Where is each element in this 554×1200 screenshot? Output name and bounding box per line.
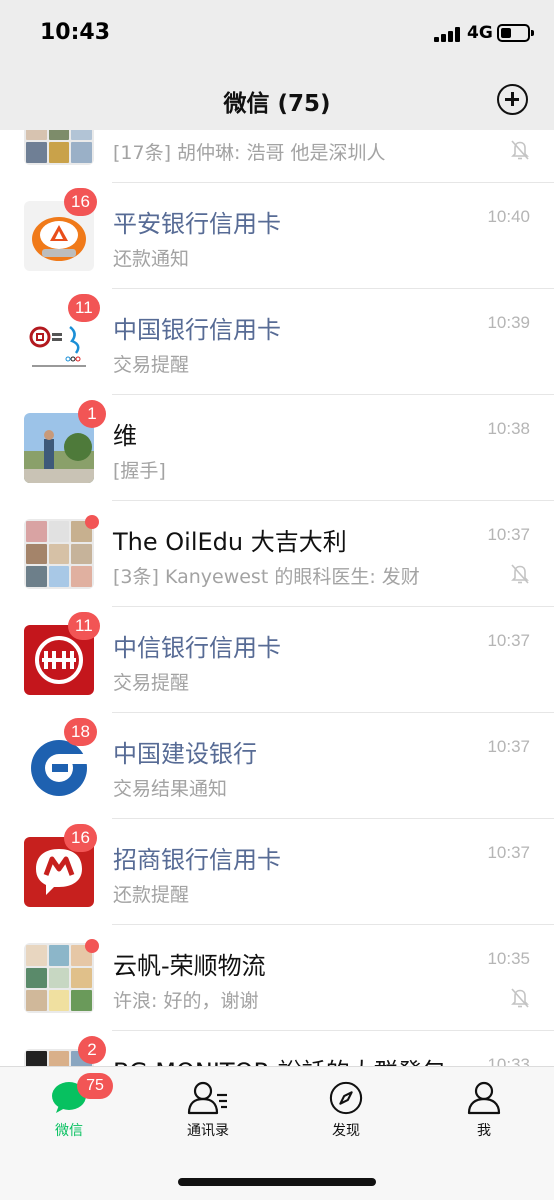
unread-badge: 16: [64, 824, 97, 852]
unread-badge: 16: [64, 188, 97, 216]
chat-preview: 交易结果通知: [113, 778, 228, 800]
page-title: 微信 (75): [223, 91, 331, 117]
group-avatar: [24, 943, 94, 1013]
chat-row[interactable]: 11 中国银行信用卡 交易提醒 10:39: [0, 289, 554, 395]
chat-name: 维: [113, 422, 137, 450]
chat-time: 10:35: [487, 949, 530, 968]
unread-dot: [85, 515, 99, 529]
chat-name: BG MONITOR 說話的大群發包: [113, 1052, 446, 1066]
status-bar: 10:43 4G: [0, 0, 554, 68]
unread-badge: 1: [78, 400, 106, 428]
chat-name: 中国建设银行: [113, 740, 257, 768]
chat-name: 平安银行信用卡: [113, 210, 281, 238]
mute-bell-icon: [511, 140, 529, 160]
chat-time: 10:40: [487, 207, 530, 226]
mute-bell-icon: [511, 988, 529, 1008]
chat-name: 中信银行信用卡: [113, 634, 281, 662]
chat-preview: 许浪: 好的，谢谢: [113, 990, 259, 1012]
compass-icon: [329, 1081, 363, 1115]
chat-name: The OilEdu 大吉大利: [113, 528, 347, 556]
tab-chats[interactable]: 微信 75: [24, 1073, 114, 1140]
chat-row[interactable]: 2 BG MONITOR 說話的大群發包 10:33: [0, 1031, 554, 1066]
chat-row[interactable]: 1 维 [握手] 10:38: [0, 395, 554, 501]
chat-time: 10:39: [487, 313, 530, 332]
nav-bar: 微信 (75): [0, 68, 554, 130]
add-button[interactable]: [497, 84, 528, 115]
chat-preview: [17条] 胡仲琳: 浩哥 他是深圳人: [113, 142, 386, 164]
tab-discover[interactable]: 发现: [301, 1081, 391, 1140]
chat-row[interactable]: 18 中国建设银行 交易结果通知 10:37: [0, 713, 554, 819]
tab-contacts[interactable]: 通讯录: [163, 1081, 253, 1140]
network-label: 4G: [467, 23, 493, 43]
chat-time: 10:37: [487, 631, 530, 650]
chat-list[interactable]: [17条] 胡仲琳: 浩哥 他是深圳人 16 平安银行信用卡 还款通知 10:4…: [0, 130, 554, 1066]
chat-row[interactable]: 16 平安银行信用卡 还款通知 10:40: [0, 183, 554, 289]
tab-label: 发现: [332, 1123, 360, 1139]
chat-name: 招商银行信用卡: [113, 846, 281, 874]
chat-row[interactable]: 云帆-荣顺物流 许浪: 好的，谢谢 10:35: [0, 925, 554, 1031]
home-indicator: [178, 1178, 376, 1186]
chat-preview: 还款通知: [113, 248, 190, 270]
mute-bell-icon: [511, 564, 529, 584]
unread-badge: 2: [78, 1036, 106, 1064]
chat-time: 10:38: [487, 419, 530, 438]
tab-me[interactable]: 我: [439, 1081, 529, 1140]
unread-badge: 11: [68, 294, 100, 322]
unread-dot: [85, 939, 99, 953]
chat-time: 10:37: [487, 737, 530, 756]
chat-preview: [握手]: [113, 460, 166, 482]
chat-time: 10:37: [487, 843, 530, 862]
tab-label: 我: [477, 1123, 491, 1139]
chat-row[interactable]: The OilEdu 大吉大利 [3条] Kanyewest 的眼科医生: 发财…: [0, 501, 554, 607]
chat-name: 云帆-荣顺物流: [113, 952, 266, 980]
chat-preview: [3条] Kanyewest 的眼科医生: 发财: [113, 566, 420, 588]
chat-row[interactable]: 16 招商银行信用卡 还款提醒 10:37: [0, 819, 554, 925]
chat-preview: 还款提醒: [113, 884, 190, 906]
chat-preview: 交易提醒: [113, 672, 190, 694]
chat-row[interactable]: [17条] 胡仲琳: 浩哥 他是深圳人: [0, 130, 554, 183]
chat-preview: 交易提醒: [113, 354, 190, 376]
chat-time: 10:33: [487, 1055, 530, 1066]
chat-name: 中国银行信用卡: [113, 316, 281, 344]
tab-unread-badge: 75: [77, 1073, 113, 1099]
group-avatar: [24, 519, 94, 589]
unread-badge: 11: [68, 612, 100, 640]
status-time: 10:43: [40, 20, 111, 45]
person-icon: [467, 1081, 501, 1115]
unread-badge: 18: [64, 718, 97, 746]
tab-label: 微信: [55, 1123, 83, 1139]
battery-icon: [497, 24, 534, 42]
contacts-icon: [187, 1081, 227, 1115]
tab-label: 通讯录: [187, 1123, 229, 1139]
chat-time: 10:37: [487, 525, 530, 544]
group-avatar: [24, 130, 94, 165]
signal-icon: [434, 26, 464, 42]
chat-row[interactable]: 11 中信银行信用卡 交易提醒 10:37: [0, 607, 554, 713]
